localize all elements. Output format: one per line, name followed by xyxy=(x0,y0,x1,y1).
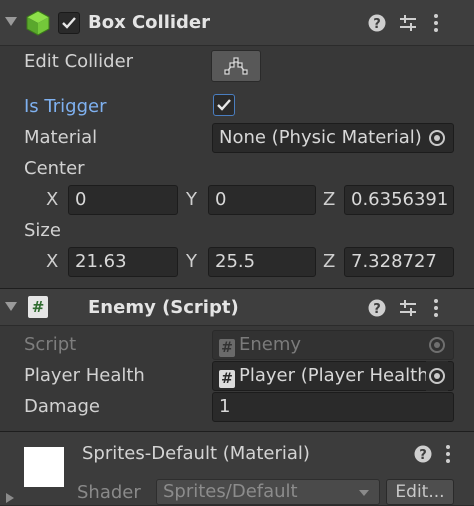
script-icon: # xyxy=(28,296,48,318)
center-x-field[interactable]: 0 xyxy=(68,185,178,215)
script-value: Enemy xyxy=(239,334,302,355)
presets-icon[interactable] xyxy=(399,299,417,317)
box-collider-cube-icon xyxy=(26,10,50,36)
shader-dropdown[interactable]: Sprites/Default xyxy=(156,479,380,505)
svg-text:?: ? xyxy=(373,17,381,32)
chevron-down-icon xyxy=(359,490,369,496)
center-z-label[interactable]: Z xyxy=(323,189,335,210)
size-x-field[interactable]: 21.63 xyxy=(68,247,178,277)
material-value: None (Physic Material) xyxy=(219,127,422,148)
enemy-script-header[interactable]: # Enemy (Script) ? xyxy=(0,288,474,326)
is-trigger-label: Is Trigger xyxy=(24,96,107,117)
help-icon[interactable]: ? xyxy=(368,14,386,32)
object-picker-icon[interactable] xyxy=(426,123,448,153)
script-label: Script xyxy=(24,334,77,355)
center-z-field[interactable]: 0.6356391 xyxy=(344,185,454,215)
player-health-value: Player (Player Health) xyxy=(239,365,436,386)
foldout-arrow-icon[interactable] xyxy=(4,16,18,28)
material-section-title: Sprites-Default (Material) xyxy=(82,443,310,464)
size-label: Size xyxy=(24,220,61,241)
box-collider-title: Box Collider xyxy=(88,12,211,33)
svg-text:?: ? xyxy=(419,448,427,463)
material-label: Material xyxy=(24,127,98,148)
size-z-label[interactable]: Z xyxy=(323,251,335,272)
object-picker-icon xyxy=(426,330,448,360)
material-field[interactable]: None (Physic Material) xyxy=(212,123,454,153)
edit-collider-icon xyxy=(224,57,248,75)
checkmark-icon xyxy=(217,99,231,111)
size-x-label[interactable]: X xyxy=(46,251,58,272)
center-label: Center xyxy=(24,158,85,179)
size-y-field[interactable]: 25.5 xyxy=(208,247,316,277)
object-picker-icon[interactable] xyxy=(426,361,448,391)
checkmark-icon xyxy=(62,17,76,29)
edit-collider-button[interactable] xyxy=(211,50,261,82)
more-menu-icon[interactable] xyxy=(444,444,452,464)
help-icon[interactable]: ? xyxy=(368,299,386,317)
script-icon: # xyxy=(219,339,235,357)
help-icon[interactable]: ? xyxy=(414,445,432,463)
size-z-field[interactable]: 7.328727 xyxy=(344,247,454,277)
more-menu-icon[interactable] xyxy=(432,298,440,318)
enemy-script-title: Enemy (Script) xyxy=(88,297,239,318)
edit-shader-button[interactable]: Edit... xyxy=(386,479,454,505)
center-y-label[interactable]: Y xyxy=(186,189,197,210)
script-field: # Enemy xyxy=(212,330,454,360)
material-section-header[interactable]: Sprites-Default (Material) ? Shader Spri… xyxy=(0,431,474,506)
foldout-arrow-icon[interactable] xyxy=(4,301,18,313)
more-menu-icon[interactable] xyxy=(432,13,440,33)
edit-collider-label: Edit Collider xyxy=(24,51,134,72)
script-icon: # xyxy=(219,370,235,388)
shader-value: Sprites/Default xyxy=(163,481,298,502)
player-health-field[interactable]: # Player (Player Health) xyxy=(212,361,454,391)
foldout-arrow-icon[interactable] xyxy=(5,492,15,504)
is-trigger-checkbox[interactable] xyxy=(213,94,235,116)
damage-label: Damage xyxy=(24,396,100,417)
damage-field[interactable]: 1 xyxy=(212,392,454,422)
box-collider-enabled-checkbox[interactable] xyxy=(58,12,80,34)
presets-icon[interactable] xyxy=(399,14,417,32)
material-preview-swatch xyxy=(24,447,64,487)
player-health-label: Player Health xyxy=(24,365,145,386)
box-collider-header[interactable]: Box Collider ? xyxy=(0,0,474,46)
size-y-label[interactable]: Y xyxy=(186,251,197,272)
shader-label: Shader xyxy=(77,482,141,503)
svg-text:?: ? xyxy=(373,302,381,317)
center-x-label[interactable]: X xyxy=(46,189,58,210)
center-y-field[interactable]: 0 xyxy=(208,185,316,215)
